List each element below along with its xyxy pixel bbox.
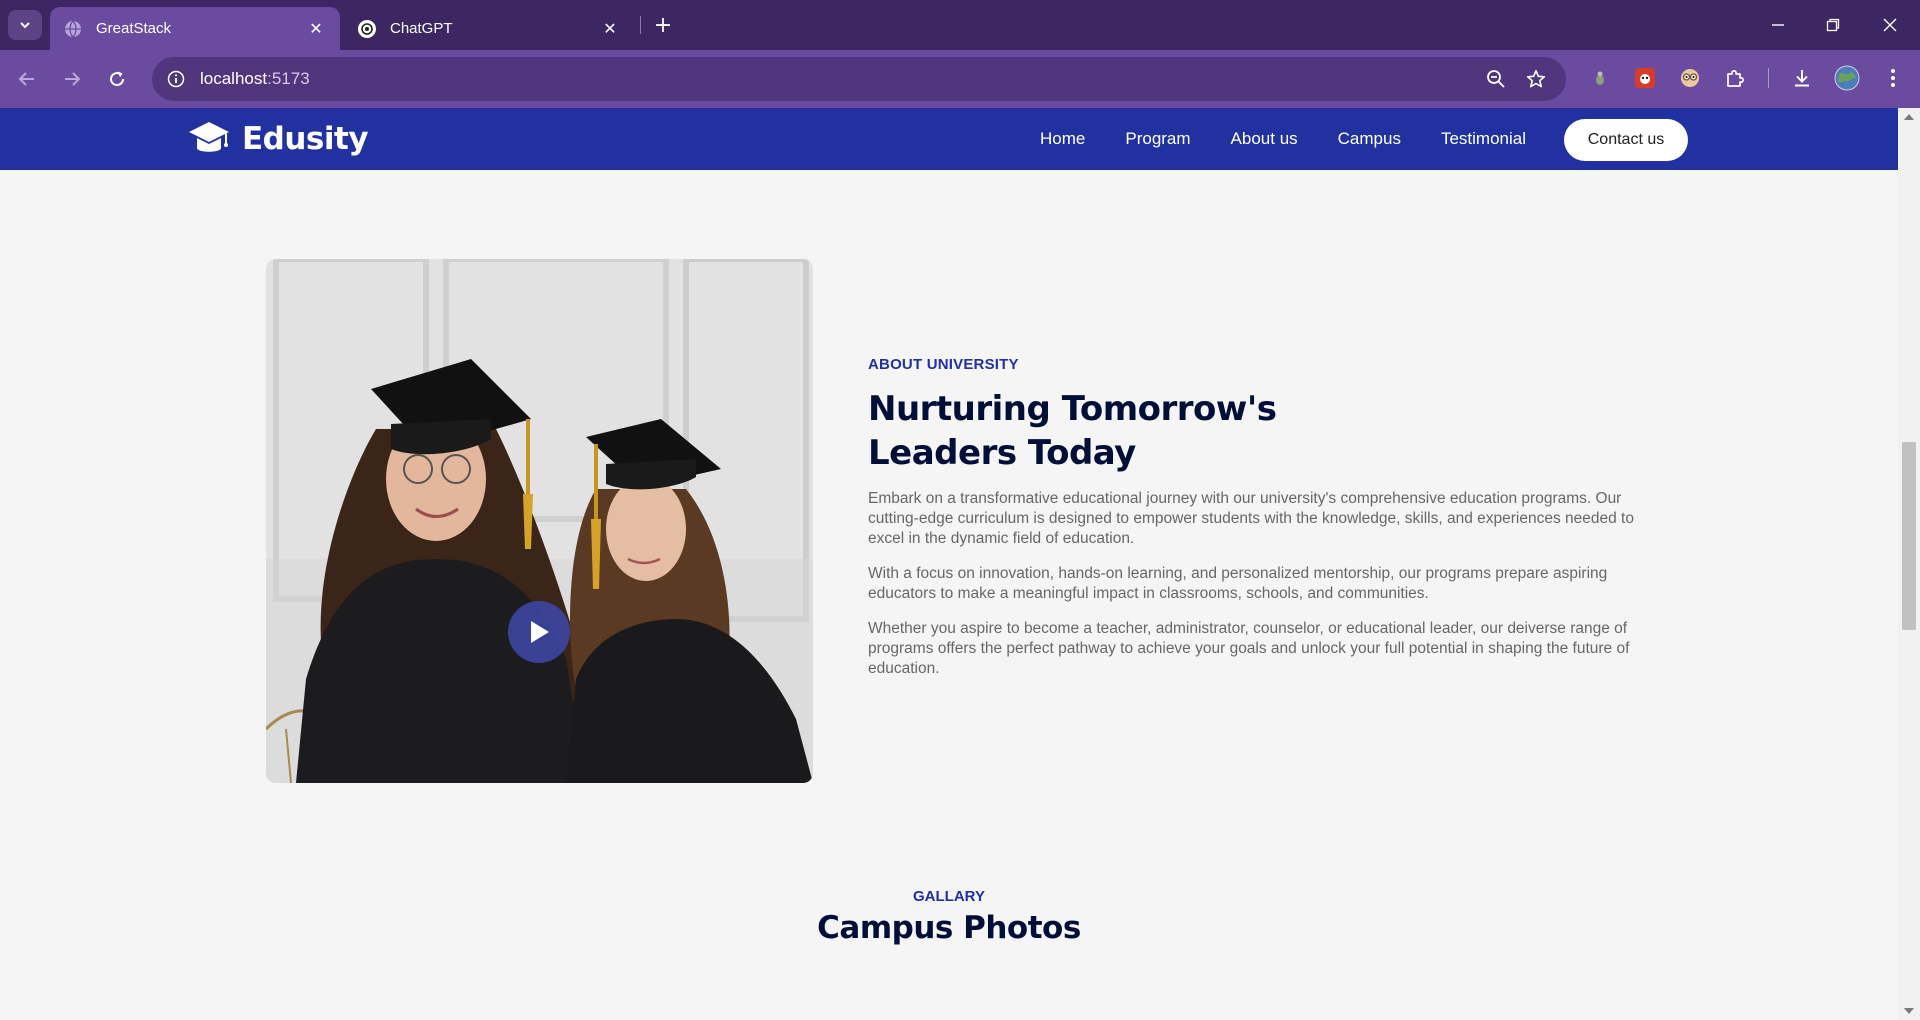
play-video-button[interactable]	[508, 601, 570, 663]
url-port: :5173	[267, 69, 310, 88]
tab-search-button[interactable]	[8, 10, 42, 40]
profile-avatar[interactable]	[1833, 64, 1861, 92]
tab-chatgpt[interactable]: ChatGPT ✕	[344, 7, 634, 50]
scrollbar-thumb[interactable]	[1902, 442, 1916, 630]
nav-link-about[interactable]: About us	[1231, 129, 1298, 149]
downloads-icon[interactable]	[1788, 64, 1816, 92]
page-viewport: Edusity Home Program About us Campus Tes…	[0, 108, 1898, 1020]
about-paragraph: Whether you aspire to become a teacher, …	[868, 620, 1630, 677]
minimize-button[interactable]	[1758, 10, 1798, 40]
nav-link-home[interactable]: Home	[1040, 129, 1085, 149]
back-button[interactable]	[12, 64, 42, 94]
browser-menu-icon[interactable]	[1879, 64, 1907, 92]
browser-toolbar: localhost:5173	[0, 50, 1920, 108]
chevron-down-icon	[20, 22, 30, 29]
reload-button[interactable]	[102, 64, 132, 94]
arrow-left-icon	[18, 72, 34, 86]
nav-link-testimonial[interactable]: Testimonial	[1441, 129, 1526, 149]
contact-us-button[interactable]: Contact us	[1564, 119, 1688, 161]
close-window-button[interactable]	[1870, 10, 1910, 40]
extensions-puzzle-icon[interactable]	[1721, 64, 1749, 92]
browser-tab-bar: GreatStack ✕ ChatGPT ✕ +	[0, 0, 1920, 50]
about-heading: Nurturing Tomorrow's Leaders Today	[868, 389, 1277, 473]
zoom-icon[interactable]	[1484, 67, 1508, 91]
tab-separator	[640, 16, 641, 34]
scroll-down-arrow-icon[interactable]	[1904, 1008, 1914, 1014]
close-tab-icon[interactable]: ✕	[600, 19, 620, 39]
restore-icon	[1826, 18, 1840, 32]
bookmark-star-icon[interactable]	[1524, 67, 1548, 91]
about-eyebrow: ABOUT UNIVERSITY	[868, 356, 1019, 373]
extension-icon[interactable]	[1631, 64, 1659, 92]
about-section-text: ABOUT UNIVERSITY Nurturing Tomorrow's Le…	[868, 356, 1634, 679]
site-logo[interactable]: Edusity	[188, 120, 369, 158]
gallery-eyebrow: GALLARY	[913, 888, 985, 905]
nav-link-program[interactable]: Program	[1125, 129, 1190, 149]
about-paragraph: With a focus on innovation, hands-on lea…	[868, 565, 1608, 602]
address-bar[interactable]: localhost:5173	[152, 57, 1566, 101]
gallery-title: Campus Photos	[817, 910, 1081, 946]
play-icon	[531, 621, 549, 643]
about-paragraph: Embark on a transformative educational j…	[868, 490, 1634, 547]
globe-icon	[64, 20, 82, 38]
site-info-icon[interactable]	[166, 69, 186, 89]
page-scrollbar[interactable]	[1898, 108, 1920, 1020]
graduation-cap-icon	[189, 122, 229, 152]
close-icon	[1883, 18, 1897, 32]
chatgpt-icon	[358, 19, 376, 38]
site-navbar: Edusity Home Program About us Campus Tes…	[0, 108, 1898, 170]
tab-title: ChatGPT	[390, 20, 453, 37]
close-tab-icon[interactable]: ✕	[306, 19, 326, 39]
graduates-photo	[266, 259, 813, 783]
url-host: localhost	[200, 69, 268, 88]
forward-button[interactable]	[57, 64, 87, 94]
new-tab-button[interactable]: +	[650, 12, 676, 38]
scroll-up-arrow-icon[interactable]	[1904, 114, 1914, 120]
about-image	[266, 259, 813, 783]
toolbar-separator	[1768, 68, 1769, 88]
nav-links: Home Program About us Campus Testimonial	[1040, 108, 1566, 170]
extension-icon[interactable]	[1676, 64, 1704, 92]
extension-icon[interactable]	[1586, 64, 1614, 92]
url-text[interactable]: localhost:5173	[200, 69, 310, 89]
brand-name: Edusity	[242, 121, 369, 157]
reload-icon	[110, 71, 125, 87]
minimize-icon	[1772, 24, 1784, 26]
nav-link-campus[interactable]: Campus	[1338, 129, 1401, 149]
tab-title: GreatStack	[96, 20, 172, 37]
tab-greatstack[interactable]: GreatStack ✕	[50, 7, 340, 50]
restore-button[interactable]	[1813, 10, 1853, 40]
arrow-right-icon	[65, 72, 81, 86]
